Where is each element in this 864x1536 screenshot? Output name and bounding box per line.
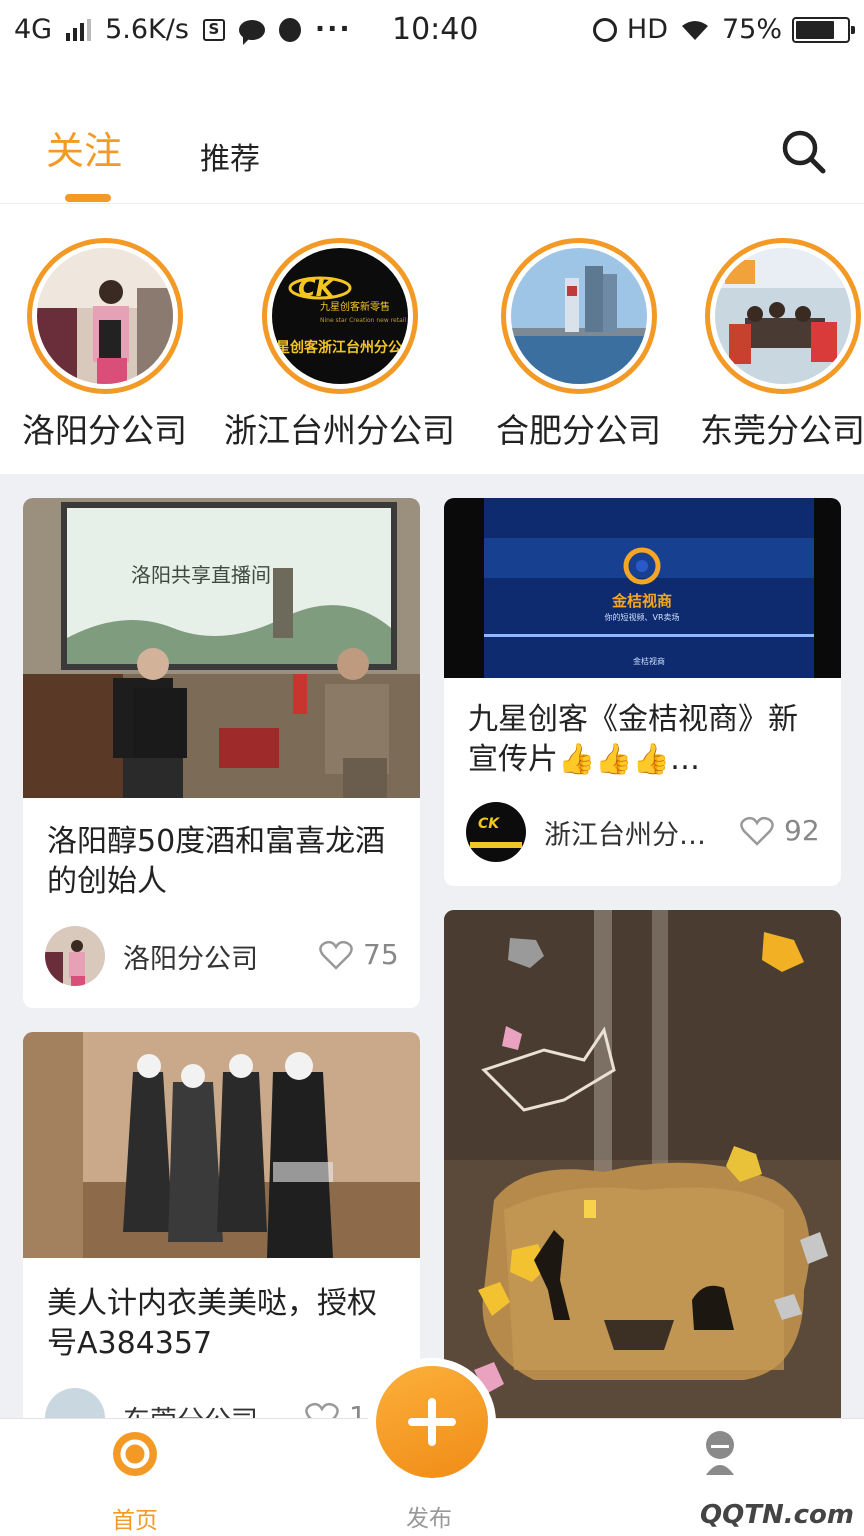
publish-fab[interactable]: [376, 1366, 488, 1478]
card-cover-image: 金桔视商 你的短视频、VR卖场 金桔视商: [444, 498, 841, 678]
card-cover-image: [444, 910, 841, 1420]
top-tab-bar: 关注 推荐: [0, 64, 864, 204]
clock: 10:40: [392, 12, 479, 47]
chat-icon: [238, 19, 265, 45]
follow-name: 洛阳分公司: [22, 411, 187, 450]
card-author[interactable]: CK 浙江台州分…: [466, 802, 706, 862]
logo-sub: 你的短视频、VR卖场: [604, 612, 679, 622]
nav-publish-label: 发布: [406, 1506, 452, 1532]
active-tab-indicator: [65, 194, 111, 202]
feed-card[interactable]: 洛阳共享直播间 洛阳醇50度酒和富喜龙酒的创始人 洛阳分公司 75: [23, 498, 420, 1008]
author-name: 洛阳分公司: [123, 943, 258, 975]
card-title: 九星创客《金桔视商》新宣传片👍👍👍…: [468, 702, 798, 777]
feed-card[interactable]: 金桔视商 你的短视频、VR卖场 金桔视商 九星创客《金桔视商》新宣传片👍👍👍… …: [444, 498, 841, 886]
status-right: HD 75%: [592, 14, 855, 45]
ck-logo-sub: Nine star Creation new retail: [320, 317, 406, 324]
network-type: 4G: [14, 14, 53, 45]
svg-text:CK: CK: [298, 274, 337, 302]
watermark: QQTN.com: [700, 1500, 854, 1530]
logo-foot: 金桔视商: [633, 656, 665, 666]
flame-icon: [278, 17, 301, 42]
nav-home[interactable]: 首页: [110, 1429, 160, 1535]
avatar: CK 九星创客新零售 Nine star Creation new retail…: [261, 238, 418, 394]
app-root: 4G 5.6K/s S ··· 10:40 HD 75% 关注 推荐 洛阳分公司…: [0, 0, 864, 1536]
plus-icon: [408, 1398, 456, 1446]
card-author[interactable]: 东莞分公司: [45, 1388, 258, 1420]
dongguan-avatar: [714, 248, 851, 384]
follow-item-hefei[interactable]: 合肥分公司: [496, 238, 661, 452]
luoyang-avatar: [36, 248, 173, 384]
follow-name: 浙江台州分公司: [224, 411, 455, 450]
ck-logo-title: 九星创客新零售: [320, 300, 390, 313]
signal-icon: [66, 18, 92, 41]
like-count: 1: [349, 1400, 367, 1420]
dongguan-avatar: [45, 1388, 105, 1420]
status-bar: 4G 5.6K/s S ··· 10:40 HD 75%: [0, 0, 864, 64]
like-count: 92: [784, 814, 820, 847]
ck-logo-bottom: 星创客浙江台州分公: [276, 339, 402, 356]
network-speed: 5.6K/s: [105, 14, 189, 45]
search-icon[interactable]: [780, 128, 828, 176]
wifi-icon: [681, 20, 708, 40]
hd-indicator: HD: [626, 14, 668, 45]
battery-icon: [792, 16, 855, 43]
like-button[interactable]: 1: [305, 1400, 367, 1420]
heart-icon: [740, 816, 774, 846]
author-name: 浙江台州分…: [544, 819, 706, 851]
nav-home-label: 首页: [112, 1508, 158, 1534]
like-button[interactable]: 92: [740, 814, 820, 847]
battery-percent: 75%: [721, 14, 782, 45]
follow-item-taizhou[interactable]: CK 九星创客新零售 Nine star Creation new retail…: [224, 238, 455, 452]
hefei-avatar: [510, 248, 647, 384]
more-icon: ···: [314, 14, 352, 45]
avatar: [26, 238, 183, 394]
luoyang-avatar: [45, 926, 105, 986]
nav-profile[interactable]: [700, 1429, 740, 1479]
nav-publish[interactable]: 发布: [406, 1499, 452, 1533]
ck-logo-avatar: CK 九星创客新零售 Nine star Creation new retail…: [271, 248, 408, 384]
feed-card[interactable]: 美人计内衣美美哒，授权号A384357 东莞分公司 1: [23, 1032, 420, 1420]
card-title: 洛阳醇50度酒和富喜龙酒的创始人: [47, 824, 386, 899]
card-cover-image: 洛阳共享直播间: [23, 498, 420, 798]
battery-fill: [796, 20, 834, 39]
logo-text: 金桔视商: [611, 592, 672, 610]
follow-name: 东莞分公司: [700, 411, 864, 450]
sim-icon: S: [202, 18, 225, 41]
profile-icon: [706, 1431, 734, 1475]
like-count: 75: [363, 938, 399, 971]
heart-icon: [319, 940, 353, 970]
tab-follow[interactable]: 关注: [46, 120, 122, 175]
feed: 洛阳共享直播间 洛阳醇50度酒和富喜龙酒的创始人 洛阳分公司 75 金桔视商 你…: [0, 474, 864, 1420]
follow-item-dongguan[interactable]: 东莞分公司: [700, 238, 864, 452]
card-title: 美人计内衣美美哒，授权号A384357: [47, 1286, 377, 1361]
svg-text:CK: CK: [478, 816, 500, 832]
tab-recommend[interactable]: 推荐: [200, 134, 260, 178]
follow-name: 合肥分公司: [496, 411, 661, 450]
feed-card[interactable]: [444, 910, 841, 1420]
alarm-icon: [592, 17, 617, 42]
followed-accounts: 洛阳分公司 CK 九星创客新零售 Nine star Creation new …: [0, 204, 864, 474]
avatar: [704, 238, 861, 394]
like-button[interactable]: 75: [319, 938, 399, 971]
status-left: 4G 5.6K/s S ···: [14, 14, 352, 45]
ck-logo-avatar: CK: [466, 802, 526, 862]
avatar: [500, 238, 657, 394]
author-name: 东莞分公司: [123, 1399, 258, 1421]
card-cover-image: [23, 1032, 420, 1258]
banner-text: 洛阳共享直播间: [131, 563, 271, 587]
card-author[interactable]: 洛阳分公司: [45, 926, 258, 986]
home-icon: [113, 1432, 157, 1476]
follow-item-luoyang[interactable]: 洛阳分公司: [22, 238, 187, 452]
